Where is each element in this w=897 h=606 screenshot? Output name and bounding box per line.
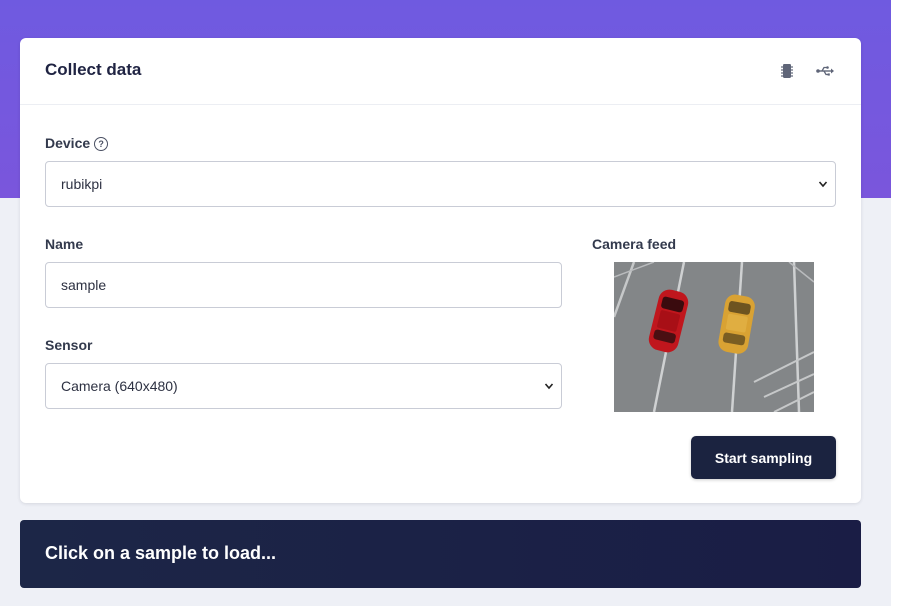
sensor-select-value: Camera (640x480) bbox=[61, 378, 178, 394]
device-select-value: rubikpi bbox=[61, 176, 103, 192]
card-header: Collect data bbox=[20, 38, 861, 105]
chip-icon[interactable] bbox=[777, 61, 797, 81]
name-input[interactable] bbox=[45, 262, 562, 308]
page-edge bbox=[891, 0, 897, 606]
camera-feed-label: Camera feed bbox=[592, 236, 677, 252]
chevron-down-icon bbox=[544, 383, 554, 390]
device-label-text: Device bbox=[45, 135, 91, 151]
help-icon[interactable]: ? bbox=[94, 137, 109, 151]
collect-data-card: Collect data Device ? rubikpi Name sampl… bbox=[20, 38, 861, 503]
device-label: Device? bbox=[45, 135, 109, 151]
device-select[interactable]: rubikpi bbox=[45, 161, 836, 207]
sample-panel: Click on a sample to load... bbox=[20, 520, 861, 588]
card-title: Collect data bbox=[45, 60, 142, 79]
sensor-label: Sensor bbox=[45, 337, 93, 353]
camera-feed-image bbox=[614, 262, 814, 412]
start-sampling-button[interactable]: Start sampling bbox=[691, 436, 836, 479]
name-input-field[interactable] bbox=[61, 277, 561, 293]
sample-panel-message: Click on a sample to load... bbox=[45, 543, 277, 563]
chevron-down-icon bbox=[818, 181, 828, 188]
usb-icon[interactable] bbox=[815, 61, 835, 81]
name-label: Name bbox=[45, 236, 84, 252]
sensor-select[interactable]: Camera (640x480) bbox=[45, 363, 562, 409]
